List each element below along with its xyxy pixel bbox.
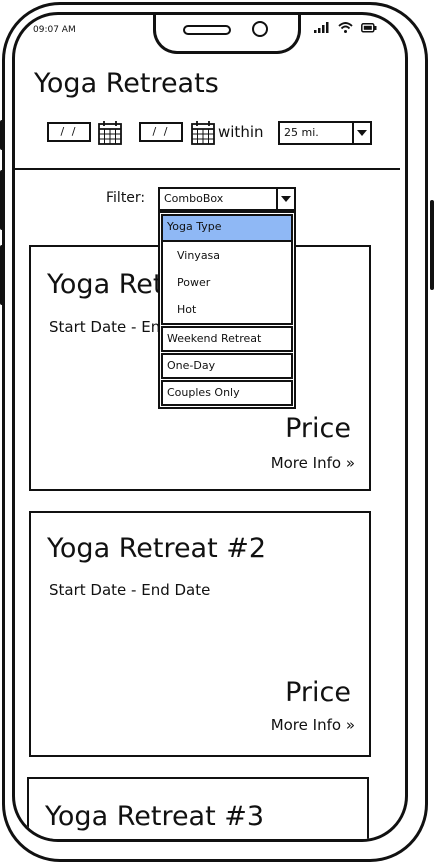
header-divider: [15, 168, 400, 170]
wifi-icon: [338, 22, 353, 33]
screen: 09:07 AM Yoga Retreats / / / / within 25…: [12, 12, 408, 842]
chevron-down-icon: [281, 196, 291, 202]
combobox-value: ComboBox: [164, 192, 224, 205]
start-date-field[interactable]: / /: [47, 122, 91, 142]
retreat-card[interactable]: Yoga Retreat #2 Start Date - End Date Pr…: [29, 511, 371, 757]
chevron-down-icon: [357, 130, 367, 136]
battery-icon: [361, 23, 377, 33]
more-info-link[interactable]: More Info »: [271, 454, 355, 472]
retreat-card[interactable]: Yoga Retreat #3: [27, 777, 369, 839]
retreat-dates: Start Date - End Date: [49, 581, 211, 599]
side-button: [0, 120, 4, 150]
option-hot[interactable]: Hot: [163, 296, 291, 323]
yoga-type-group: Yoga Type Vinyasa Power Hot: [161, 214, 293, 325]
signal-icon: [314, 22, 329, 33]
more-info-label: More Info: [270, 716, 342, 734]
more-info-label: More Info: [270, 454, 342, 472]
volume-down-button: [0, 245, 4, 305]
status-time: 09:07 AM: [33, 25, 76, 35]
notch: [153, 15, 301, 54]
option-couples-only[interactable]: Couples Only: [161, 380, 293, 406]
option-one-day[interactable]: One-Day: [161, 353, 293, 379]
volume-up-button: [0, 170, 4, 230]
distance-value: 25 mi.: [284, 126, 319, 139]
more-info-link[interactable]: More Info »: [271, 716, 355, 734]
filter-dropdown-list: Yoga Type Vinyasa Power Hot Weekend Retr…: [158, 211, 296, 409]
camera-icon: [252, 21, 268, 37]
dropdown-arrow[interactable]: [352, 123, 370, 143]
speaker-icon: [183, 25, 231, 35]
status-icons: [314, 22, 377, 33]
retreat-title: Yoga Retreat #3: [45, 801, 265, 832]
option-power[interactable]: Power: [163, 269, 291, 296]
double-chevron-right-icon: »: [345, 716, 355, 734]
within-label: within: [218, 123, 264, 141]
filter-combobox[interactable]: ComboBox: [158, 187, 296, 211]
retreat-price: Price: [285, 413, 351, 444]
dropdown-arrow[interactable]: [276, 189, 294, 209]
power-button: [430, 200, 434, 290]
retreat-title: Yoga Retreat #2: [47, 533, 267, 564]
filter-label: Filter:: [106, 190, 146, 206]
calendar-icon[interactable]: [191, 121, 215, 145]
option-weekend-retreat[interactable]: Weekend Retreat: [161, 326, 293, 352]
calendar-icon[interactable]: [98, 121, 122, 145]
option-yoga-type[interactable]: Yoga Type: [163, 216, 291, 242]
end-date-field[interactable]: / /: [139, 122, 183, 142]
option-vinyasa[interactable]: Vinyasa: [163, 242, 291, 269]
page-title: Yoga Retreats: [34, 68, 219, 99]
distance-select[interactable]: 25 mi.: [278, 121, 372, 145]
double-chevron-right-icon: »: [345, 454, 355, 472]
retreat-price: Price: [285, 677, 351, 708]
